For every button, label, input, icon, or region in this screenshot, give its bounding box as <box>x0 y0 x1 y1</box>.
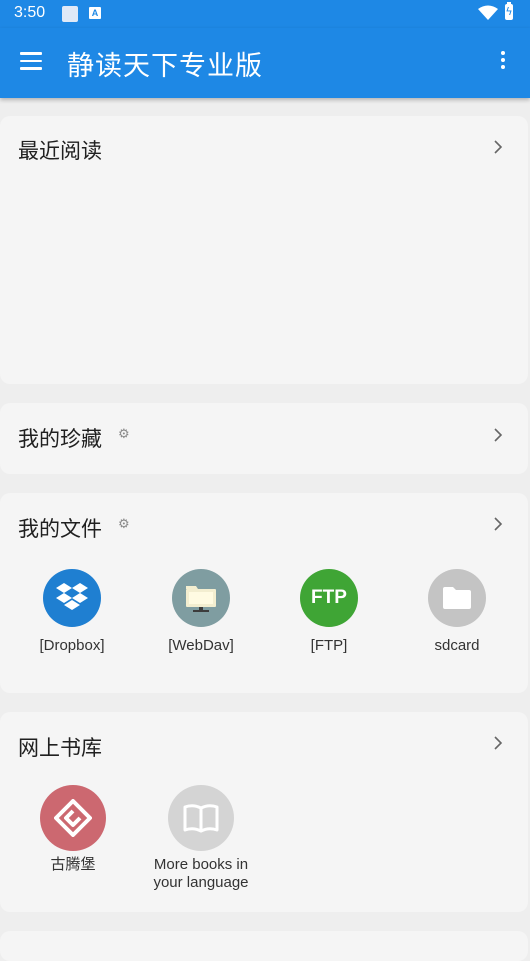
chevron-right-icon[interactable] <box>492 427 504 443</box>
wifi-icon <box>478 5 498 20</box>
gutenberg-label: 古腾堡 <box>50 856 96 873</box>
settings-gear-icon[interactable]: ⚙ <box>118 427 130 442</box>
online-library-card: 网上书库 古腾堡 More books in your language <box>0 712 528 912</box>
my-files-card: 我的文件 ⚙ [Dropbox] [WebDav] FTP [FTP] sdca… <box>0 493 528 693</box>
ftp-icon-text: FTP <box>311 587 347 608</box>
settings-gear-icon[interactable]: ⚙ <box>118 517 130 532</box>
chevron-right-icon[interactable] <box>492 516 504 532</box>
app-bar: 静读天下专业版 <box>0 28 530 98</box>
status-time: 3:50 <box>14 4 46 21</box>
webdav-icon <box>172 569 230 627</box>
chevron-right-icon[interactable] <box>492 139 504 155</box>
my-files-title: 我的文件 <box>18 517 102 541</box>
folder-icon <box>428 569 486 627</box>
chevron-right-icon[interactable] <box>492 735 504 751</box>
ftp-item[interactable]: FTP [FTP] <box>274 569 384 655</box>
recent-reading-card[interactable]: 最近阅读 <box>0 116 528 384</box>
ftp-label: [FTP] <box>310 637 348 654</box>
dropbox-item[interactable]: [Dropbox] <box>17 569 127 655</box>
sdcard-label: sdcard <box>434 637 480 654</box>
online-library-title: 网上书库 <box>18 736 102 760</box>
gutenberg-icon <box>40 785 106 851</box>
favorites-card[interactable]: 我的珍藏 ⚙ <box>0 403 528 474</box>
more-books-label-line2: your language <box>153 874 249 891</box>
app-title: 静读天下专业版 <box>67 51 263 82</box>
more-books-item[interactable]: More books in your language <box>146 785 256 892</box>
more-options-icon[interactable] <box>497 51 509 75</box>
gutenberg-item[interactable]: 古腾堡 <box>18 785 128 874</box>
recent-reading-title: 最近阅读 <box>18 139 102 163</box>
next-section-card <box>0 931 528 961</box>
ftp-icon: FTP <box>300 569 358 627</box>
status-bar: 3:50 A ϟ <box>0 0 530 28</box>
dropbox-label: [Dropbox] <box>39 637 105 654</box>
menu-icon[interactable] <box>20 52 42 72</box>
dropbox-icon <box>43 569 101 627</box>
more-books-label: More books in your language <box>146 856 256 892</box>
battery-icon: ϟ <box>505 2 513 20</box>
more-books-label-line1: More books in <box>153 856 249 873</box>
sdcard-item[interactable]: sdcard <box>402 569 512 655</box>
book-open-icon <box>168 785 234 851</box>
accessibility-notification-icon: A <box>89 7 101 19</box>
notification-icon <box>62 6 78 22</box>
webdav-item[interactable]: [WebDav] <box>146 569 256 655</box>
webdav-label: [WebDav] <box>168 637 234 654</box>
favorites-title: 我的珍藏 <box>18 427 102 451</box>
